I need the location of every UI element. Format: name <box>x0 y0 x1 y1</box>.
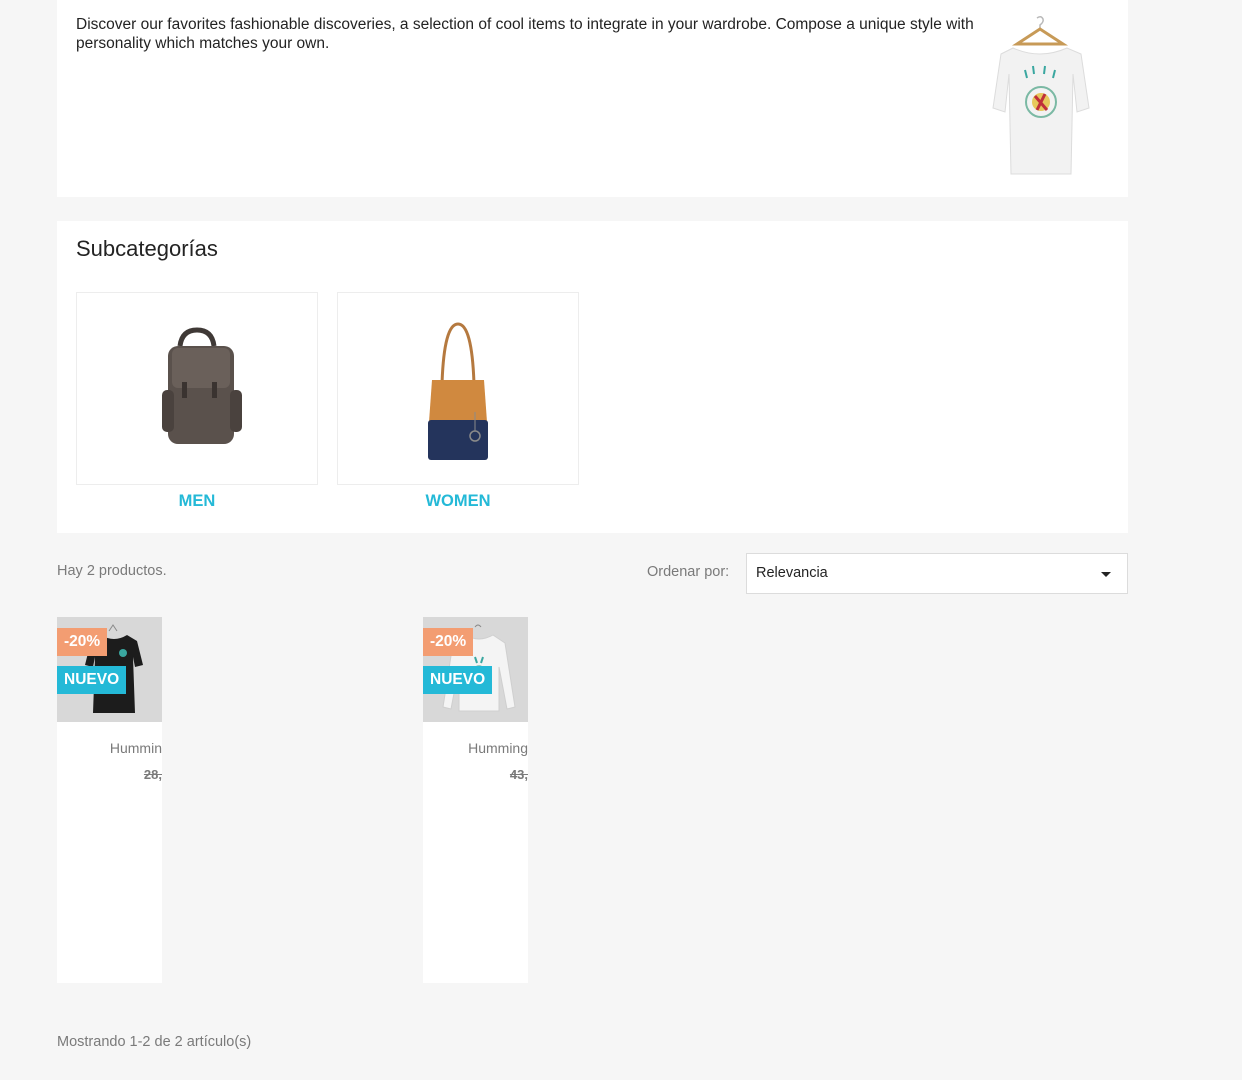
new-badge: NUEVO <box>57 666 127 694</box>
product-card[interactable]: -20% NUEVO Hummin 28, <box>57 617 162 983</box>
discount-badge: -20% <box>57 628 108 656</box>
product-thumbnail[interactable]: -20% NUEVO <box>423 617 528 722</box>
backpack-image[interactable] <box>76 292 318 485</box>
chevron-down-icon[interactable] <box>1101 572 1111 577</box>
discount-badge: -20% <box>423 628 474 656</box>
product-title-link[interactable]: Hummin <box>110 740 162 756</box>
subcategory-women-link[interactable]: WOMEN <box>337 492 579 511</box>
category-description: Discover our favorites fashionable disco… <box>76 16 974 52</box>
subcategory-men-link[interactable]: MEN <box>76 492 318 511</box>
regular-price: 43, <box>509 767 528 782</box>
regular-price: 28, <box>143 767 162 782</box>
product-thumbnail[interactable]: -20% NUEVO <box>57 617 162 722</box>
category-cover-image <box>985 14 1095 186</box>
subcategory-women[interactable]: WOMEN <box>337 292 579 511</box>
sort-select[interactable]: Relevancia <box>746 553 1128 594</box>
product-title-link[interactable]: Humming <box>468 740 528 756</box>
new-badge: NUEVO <box>423 666 493 694</box>
handbag-image[interactable] <box>337 292 579 485</box>
pagination-summary: Mostrando 1-2 de 2 artículo(s) <box>57 1034 252 1050</box>
subcategories-section: Subcategorías MEN WOMEN <box>57 221 1128 533</box>
category-header: Discover our favorites fashionable disco… <box>57 0 1128 197</box>
subcategory-men[interactable]: MEN <box>76 292 318 511</box>
total-products: Hay 2 productos. <box>57 563 167 579</box>
sort-selected-value: Relevancia <box>756 565 828 581</box>
product-card[interactable]: -20% NUEVO Humming 43, <box>423 617 528 983</box>
subcategories-title: Subcategorías <box>76 236 218 261</box>
sort-label: Ordenar por: <box>647 564 730 580</box>
